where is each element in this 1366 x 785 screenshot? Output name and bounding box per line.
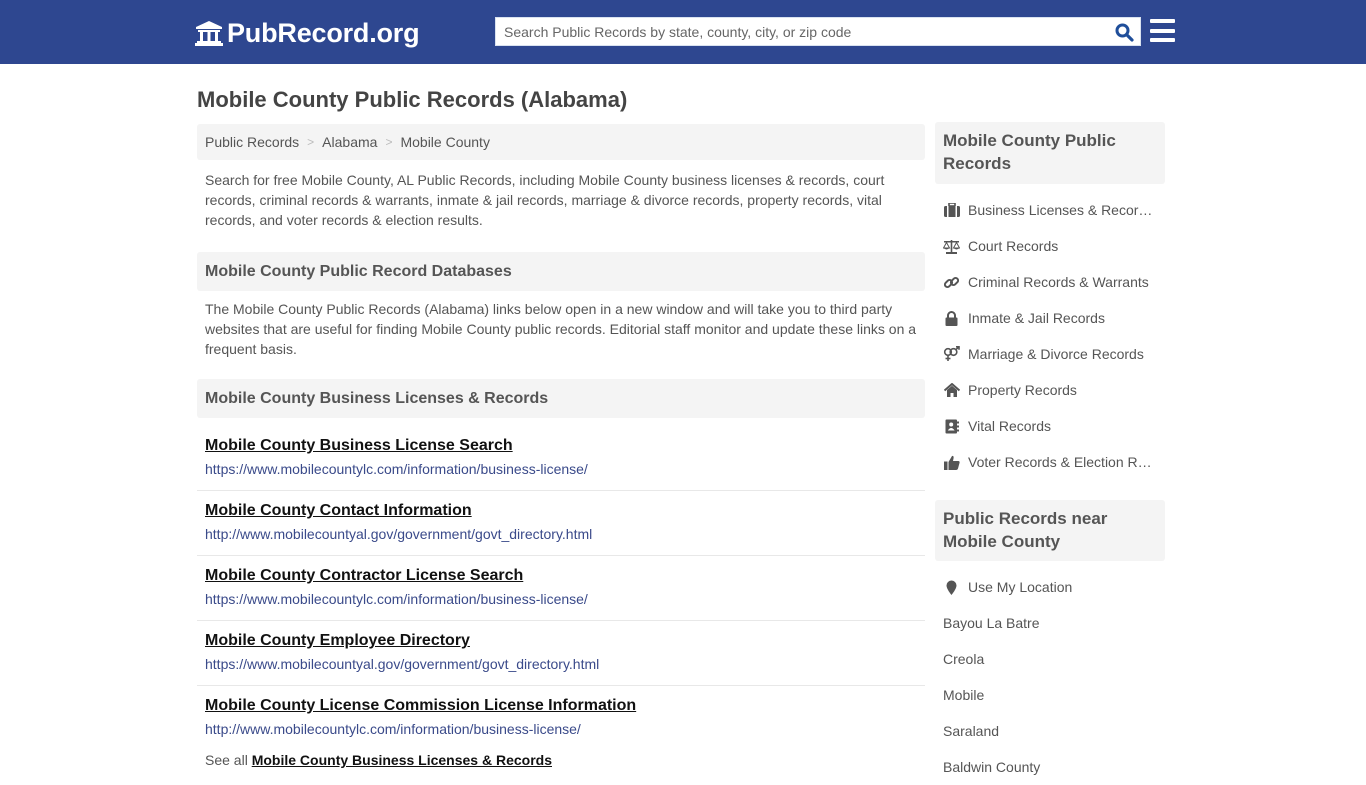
list-item: Mobile County Contractor License Search … (197, 556, 925, 621)
site-logo[interactable]: PubRecord.org (195, 17, 420, 49)
search-button[interactable] (1112, 21, 1136, 43)
breadcrumb-separator: > (307, 135, 315, 149)
link-title[interactable]: Mobile County Contact Information (205, 501, 925, 521)
sidebar-item-vital[interactable]: Vital Records (943, 408, 1165, 444)
link-title[interactable]: Mobile County Employee Directory (205, 631, 925, 651)
top-navbar: PubRecord.org (0, 0, 1366, 64)
breadcrumb-mobile-county[interactable]: Mobile County (400, 134, 490, 150)
hamburger-menu-button[interactable] (1150, 19, 1175, 42)
venus-mars-icon (943, 346, 960, 362)
list-item: Mobile County Business License Search ht… (197, 426, 925, 491)
link-url: http://www.mobilecountylc.com/informatio… (205, 721, 581, 737)
page-title: Mobile County Public Records (Alabama) (197, 87, 628, 112)
sidebar-item-court[interactable]: Court Records (943, 228, 1165, 264)
see-all-prefix: See all (205, 752, 248, 768)
search-input[interactable] (496, 18, 1106, 45)
sidebar-item-criminal[interactable]: Criminal Records & Warrants (943, 264, 1165, 300)
sidebar-item-label: Property Records (968, 382, 1077, 398)
search-box (495, 17, 1141, 46)
use-my-location-button[interactable]: Use My Location (943, 569, 1165, 605)
sidebar-nearby-heading: Public Records near Mobile County (935, 500, 1165, 561)
link-url: http://www.mobilecountyal.gov/government… (205, 526, 593, 542)
menu-bar-icon (1150, 38, 1175, 42)
sidebar-item-label: Court Records (968, 238, 1059, 254)
link-url: https://www.mobilecountylc.com/informati… (205, 461, 588, 477)
sidebar-item-label: Inmate & Jail Records (968, 310, 1105, 326)
databases-description: The Mobile County Public Records (Alabam… (205, 301, 917, 357)
bank-building-icon (195, 21, 223, 46)
link-title[interactable]: Mobile County Contractor License Search (205, 566, 925, 586)
nearby-item[interactable]: Saraland (943, 713, 1165, 749)
balance-scale-icon (943, 238, 960, 254)
link-icon (943, 274, 960, 290)
nearby-item[interactable]: Bayou La Batre (943, 605, 1165, 641)
link-title[interactable]: Mobile County License Commission License… (205, 696, 925, 716)
list-item: Mobile County License Commission License… (197, 686, 925, 751)
sidebar-records-heading: Mobile County Public Records (935, 122, 1165, 184)
breadcrumb: Public Records > Alabama > Mobile County (197, 124, 925, 160)
sidebar-item-voter[interactable]: Voter Records & Election Results (943, 444, 1165, 480)
briefcase-icon (943, 202, 960, 218)
use-my-location-label: Use My Location (968, 579, 1073, 595)
logo-text: PubRecord.org (227, 17, 420, 48)
address-book-icon (943, 418, 960, 434)
sidebar-item-label: Business Licenses & Records (968, 202, 1153, 218)
sidebar-records-list: Business Licenses & Records Court Record… (943, 192, 1165, 480)
list-item: Mobile County Contact Information http:/… (197, 491, 925, 556)
sidebar-item-inmate[interactable]: Inmate & Jail Records (943, 300, 1165, 336)
nearby-item[interactable]: Creola (943, 641, 1165, 677)
sidebar-item-business[interactable]: Business Licenses & Records (943, 192, 1165, 228)
sidebar-item-label: Vital Records (968, 418, 1052, 434)
thumbs-up-icon (943, 454, 960, 470)
sidebar-item-property[interactable]: Property Records (943, 372, 1165, 408)
map-marker-icon (943, 579, 960, 595)
breadcrumb-public-records[interactable]: Public Records (205, 134, 299, 150)
see-all-link[interactable]: Mobile County Business Licenses & Record… (252, 752, 552, 768)
sidebar-item-marriage[interactable]: Marriage & Divorce Records (943, 336, 1165, 372)
sidebar-item-label: Marriage & Divorce Records (968, 346, 1144, 362)
list-item: Mobile County Employee Directory https:/… (197, 621, 925, 686)
breadcrumb-alabama[interactable]: Alabama (322, 134, 377, 150)
nearby-item[interactable]: Mobile (943, 677, 1165, 713)
sidebar-item-label: Voter Records & Election Results (968, 454, 1153, 470)
breadcrumb-separator: > (385, 135, 393, 149)
search-icon (1115, 23, 1134, 42)
link-url: https://www.mobilecountylc.com/informati… (205, 591, 588, 607)
link-title[interactable]: Mobile County Business License Search (205, 436, 925, 456)
intro-text: Search for free Mobile County, AL Public… (205, 172, 885, 228)
lock-icon (943, 310, 960, 326)
link-url: https://www.mobilecountyal.gov/governmen… (205, 656, 600, 672)
business-links-list: Mobile County Business License Search ht… (197, 426, 925, 751)
home-icon (943, 382, 960, 398)
sidebar-item-label: Criminal Records & Warrants (968, 274, 1149, 290)
business-heading: Mobile County Business Licenses & Record… (197, 379, 925, 418)
nearby-item[interactable]: Baldwin County (943, 749, 1165, 785)
see-all-row: See all Mobile County Business Licenses … (205, 752, 552, 768)
sidebar-nearby-list: Use My Location Bayou La Batre Creola Mo… (943, 569, 1165, 785)
databases-heading: Mobile County Public Record Databases (197, 252, 925, 291)
menu-bar-icon (1150, 28, 1175, 33)
menu-bar-icon (1150, 19, 1175, 23)
